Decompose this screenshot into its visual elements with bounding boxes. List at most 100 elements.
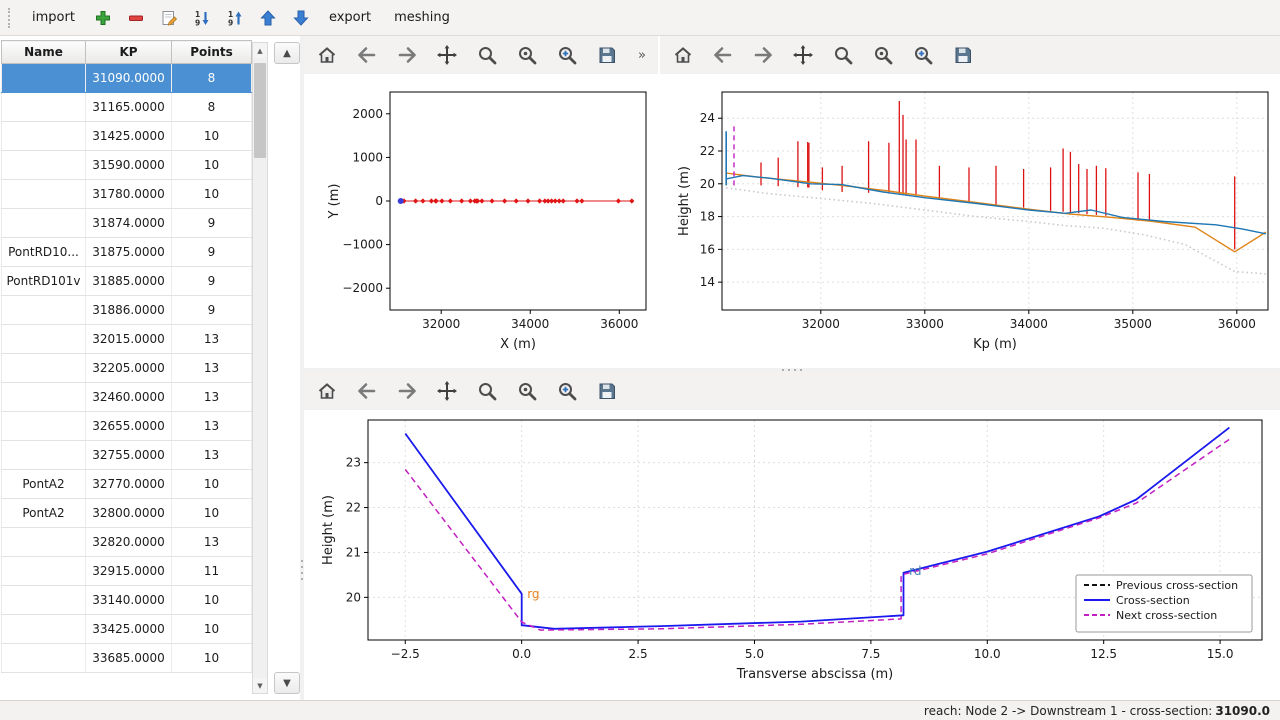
customize-button[interactable]: [554, 378, 580, 404]
subplots-button[interactable]: [514, 378, 540, 404]
name-cell[interactable]: [2, 615, 86, 644]
longitudinal-profile-chart[interactable]: 3200033000340003500036000141618202224Kp …: [660, 76, 1280, 366]
kp-cell[interactable]: 32820.0000: [86, 528, 172, 557]
points-cell[interactable]: 9: [172, 296, 252, 325]
subplots-button[interactable]: [870, 42, 896, 68]
name-cell[interactable]: [2, 209, 86, 238]
table-row[interactable]: 32655.000013: [2, 412, 252, 441]
table-row[interactable]: 32915.000011: [2, 557, 252, 586]
table-row[interactable]: 32205.000013: [2, 354, 252, 383]
kp-cell[interactable]: 32800.0000: [86, 499, 172, 528]
name-cell[interactable]: [2, 383, 86, 412]
points-cell[interactable]: 10: [172, 151, 252, 180]
table-scrollbar[interactable]: ▲ ▼: [252, 42, 268, 694]
points-cell[interactable]: 13: [172, 412, 252, 441]
export-button[interactable]: export: [319, 5, 381, 31]
kp-cell[interactable]: 32015.0000: [86, 325, 172, 354]
table-row[interactable]: PontRD101v31885.00009: [2, 267, 252, 296]
section-move-up-button[interactable]: ▲: [274, 42, 300, 64]
back-button[interactable]: [354, 42, 380, 68]
table-row[interactable]: 32460.000013: [2, 383, 252, 412]
forward-button[interactable]: [394, 42, 420, 68]
table-row[interactable]: 32820.000013: [2, 528, 252, 557]
zoom-button[interactable]: [830, 42, 856, 68]
zoom-button[interactable]: [474, 42, 500, 68]
customize-button[interactable]: [910, 42, 936, 68]
subplots-button[interactable]: [514, 42, 540, 68]
points-cell[interactable]: 9: [172, 238, 252, 267]
points-cell[interactable]: 10: [172, 499, 252, 528]
meshing-button[interactable]: meshing: [384, 5, 460, 31]
home-button[interactable]: [314, 378, 340, 404]
column-header-name[interactable]: Name: [2, 41, 86, 64]
name-cell[interactable]: PontRD10...: [2, 238, 86, 267]
points-cell[interactable]: 10: [172, 644, 252, 673]
pan-button[interactable]: [434, 378, 460, 404]
kp-cell[interactable]: 31875.0000: [86, 238, 172, 267]
forward-button[interactable]: [394, 378, 420, 404]
move-down-button[interactable]: [286, 4, 316, 32]
table-row[interactable]: 31425.000010: [2, 122, 252, 151]
name-cell[interactable]: [2, 325, 86, 354]
table-row[interactable]: 32015.000013: [2, 325, 252, 354]
pan-button[interactable]: [434, 42, 460, 68]
points-cell[interactable]: 11: [172, 557, 252, 586]
kp-cell[interactable]: 32755.0000: [86, 441, 172, 470]
points-cell[interactable]: 10: [172, 586, 252, 615]
points-cell[interactable]: 13: [172, 441, 252, 470]
name-cell[interactable]: [2, 557, 86, 586]
kp-cell[interactable]: 32915.0000: [86, 557, 172, 586]
name-cell[interactable]: [2, 64, 86, 93]
table-row[interactable]: 32755.000013: [2, 441, 252, 470]
name-cell[interactable]: [2, 586, 86, 615]
name-cell[interactable]: [2, 354, 86, 383]
kp-cell[interactable]: 31886.0000: [86, 296, 172, 325]
points-cell[interactable]: 8: [172, 93, 252, 122]
sort-descending-button[interactable]: 19: [187, 4, 217, 32]
forward-button[interactable]: [750, 42, 776, 68]
table-row[interactable]: 33140.000010: [2, 586, 252, 615]
name-cell[interactable]: [2, 528, 86, 557]
home-button[interactable]: [670, 42, 696, 68]
table-row[interactable]: 33425.000010: [2, 615, 252, 644]
add-section-button[interactable]: [88, 4, 118, 32]
table-row[interactable]: 31780.000010: [2, 180, 252, 209]
toolbar-drag-handle[interactable]: [8, 8, 13, 28]
table-row[interactable]: 33685.000010: [2, 644, 252, 673]
table-row[interactable]: 31590.000010: [2, 151, 252, 180]
kp-cell[interactable]: 31590.0000: [86, 151, 172, 180]
kp-cell[interactable]: 32460.0000: [86, 383, 172, 412]
points-cell[interactable]: 10: [172, 470, 252, 499]
kp-cell[interactable]: 31874.0000: [86, 209, 172, 238]
table-row[interactable]: 31165.00008: [2, 93, 252, 122]
plan-view-chart[interactable]: 320003400036000−2000−1000010002000X (m)Y…: [304, 76, 658, 366]
customize-button[interactable]: [554, 42, 580, 68]
move-up-button[interactable]: [253, 4, 283, 32]
points-cell[interactable]: 13: [172, 354, 252, 383]
back-button[interactable]: [354, 378, 380, 404]
save-button[interactable]: [594, 42, 620, 68]
points-cell[interactable]: 10: [172, 122, 252, 151]
table-row[interactable]: PontRD10...31875.00009: [2, 238, 252, 267]
import-button[interactable]: import: [22, 5, 85, 31]
name-cell[interactable]: [2, 644, 86, 673]
back-button[interactable]: [710, 42, 736, 68]
edit-section-button[interactable]: [154, 4, 184, 32]
kp-cell[interactable]: 32655.0000: [86, 412, 172, 441]
kp-cell[interactable]: 32205.0000: [86, 354, 172, 383]
kp-cell[interactable]: 33425.0000: [86, 615, 172, 644]
table-row[interactable]: 31886.00009: [2, 296, 252, 325]
name-cell[interactable]: [2, 441, 86, 470]
points-cell[interactable]: 13: [172, 383, 252, 412]
name-cell[interactable]: PontRD101v: [2, 267, 86, 296]
name-cell[interactable]: PontA2: [2, 499, 86, 528]
home-button[interactable]: [314, 42, 340, 68]
name-cell[interactable]: PontA2: [2, 470, 86, 499]
name-cell[interactable]: [2, 122, 86, 151]
cross-section-chart[interactable]: −2.50.02.55.07.510.012.515.020212223Tran…: [304, 412, 1280, 700]
table-row[interactable]: PontA232770.000010: [2, 470, 252, 499]
points-cell[interactable]: 9: [172, 209, 252, 238]
kp-cell[interactable]: 31885.0000: [86, 267, 172, 296]
kp-cell[interactable]: 32770.0000: [86, 470, 172, 499]
kp-cell[interactable]: 31780.0000: [86, 180, 172, 209]
